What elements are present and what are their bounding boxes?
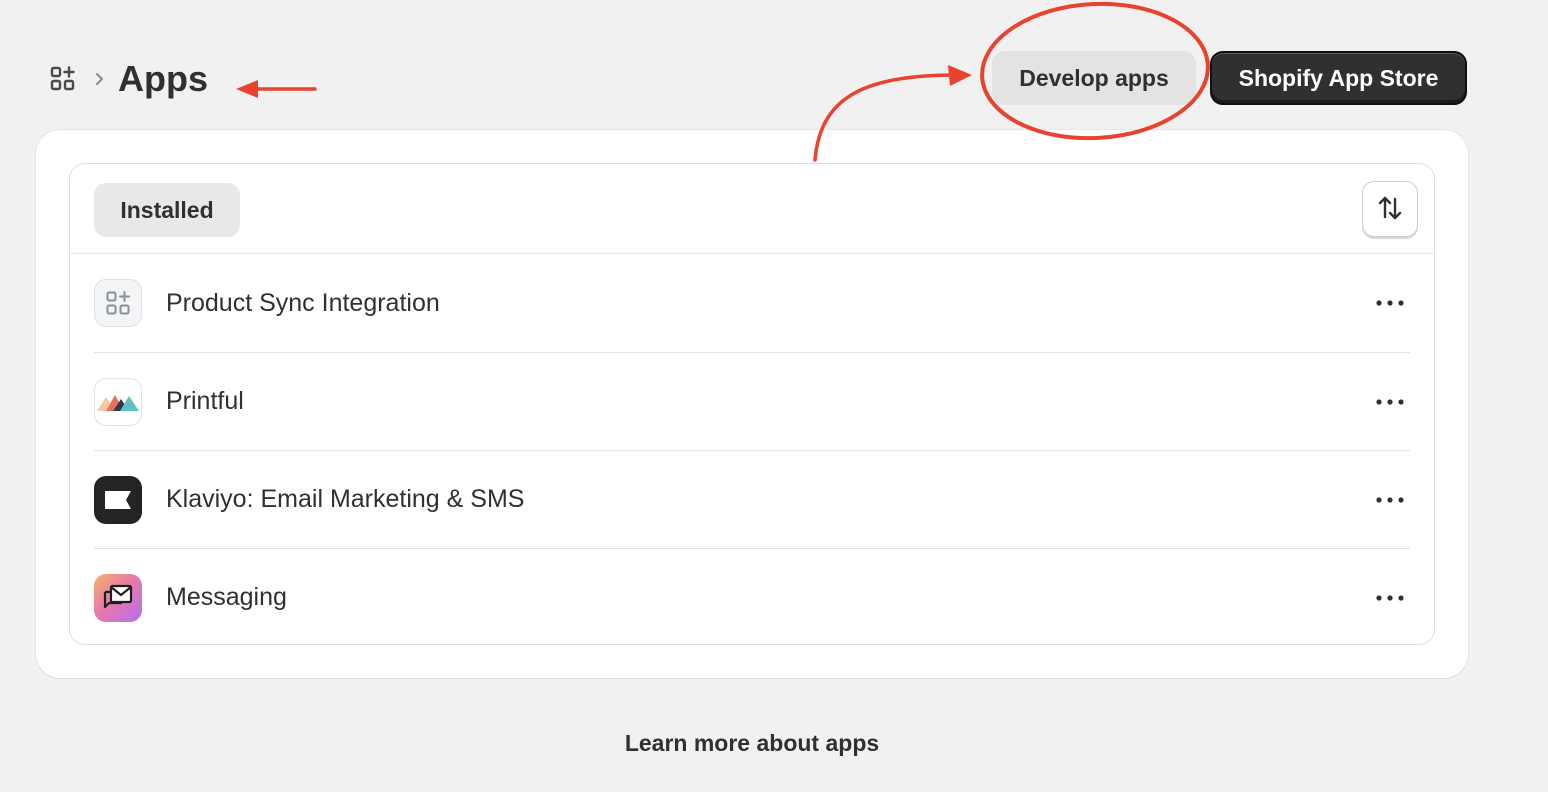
ellipsis-horizontal-icon	[1375, 589, 1405, 607]
more-actions-button[interactable]	[1374, 484, 1406, 516]
printful-logo-icon	[94, 377, 142, 426]
ellipsis-horizontal-icon	[1375, 294, 1405, 312]
breadcrumb: Apps	[48, 58, 208, 100]
arrow-left-icon	[236, 80, 317, 98]
installed-apps-panel: Installed Product Sync Integration Print…	[69, 163, 1435, 645]
ellipsis-horizontal-icon	[1375, 491, 1405, 509]
apps-toolbar: Installed	[70, 164, 1434, 254]
ellipsis-horizontal-icon	[1375, 393, 1405, 411]
learn-more-link[interactable]: Learn more about apps	[0, 730, 1504, 757]
more-actions-button[interactable]	[1374, 386, 1406, 418]
develop-apps-button[interactable]: Develop apps	[992, 51, 1196, 105]
list-item[interactable]: Product Sync Integration	[94, 254, 1410, 352]
more-actions-button[interactable]	[1374, 287, 1406, 319]
more-actions-button[interactable]	[1374, 582, 1406, 614]
apps-card: Installed Product Sync Integration Print…	[36, 130, 1468, 678]
app-name[interactable]: Klaviyo: Email Marketing & SMS	[166, 485, 524, 514]
tab-installed[interactable]: Installed	[94, 183, 240, 237]
list-item[interactable]: Klaviyo: Email Marketing & SMS	[94, 450, 1410, 548]
chevron-right-icon	[94, 71, 106, 87]
generic-app-icon	[94, 279, 142, 327]
list-item[interactable]: Printful	[94, 352, 1410, 450]
app-name[interactable]: Product Sync Integration	[166, 289, 440, 318]
apps-grid-icon[interactable]	[48, 64, 78, 94]
shopify-app-store-button[interactable]: Shopify App Store	[1210, 51, 1467, 105]
sort-arrows-icon	[1376, 194, 1404, 225]
messaging-logo-icon	[94, 573, 142, 622]
app-name[interactable]: Messaging	[166, 583, 287, 612]
sort-button[interactable]	[1362, 181, 1418, 237]
klaviyo-logo-icon	[94, 475, 142, 524]
page-title: Apps	[118, 58, 208, 99]
list-item[interactable]: Messaging	[94, 548, 1410, 644]
apps-list: Product Sync Integration Printful Klaviy…	[70, 254, 1434, 644]
app-name[interactable]: Printful	[166, 387, 244, 416]
